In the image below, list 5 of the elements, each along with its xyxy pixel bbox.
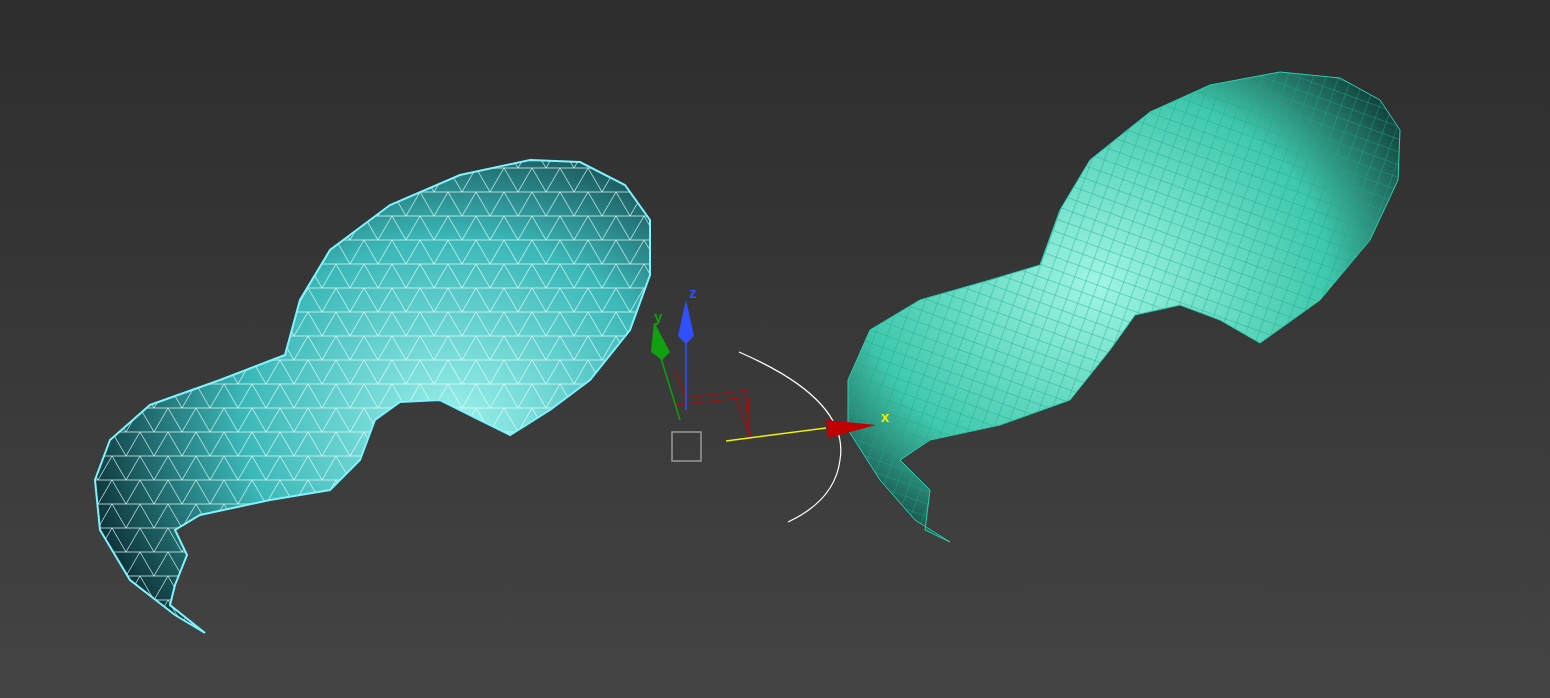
axis-label: y (654, 308, 663, 325)
pivot-square (671, 431, 702, 462)
axis-arrow[interactable] (725, 420, 876, 442)
axis-label: x (881, 408, 890, 425)
axis-label: z (689, 284, 697, 301)
